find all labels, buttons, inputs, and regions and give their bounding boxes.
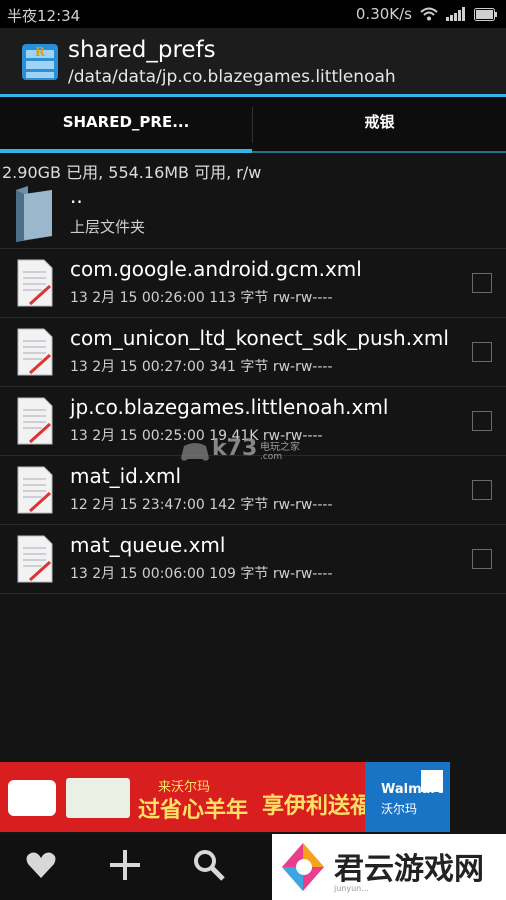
add-icon[interactable] xyxy=(108,848,142,882)
app-header: R shared_prefs /data/data/jp.co.blazegam… xyxy=(0,28,506,94)
file-checkbox[interactable] xyxy=(472,480,492,500)
tab-shared-prefs[interactable]: SHARED_PRE... xyxy=(0,97,252,153)
signal-icon xyxy=(446,7,465,21)
file-name: mat_id.xml xyxy=(70,464,182,488)
header-path: /data/data/jp.co.blazegames.littlenoah xyxy=(68,67,396,87)
ad-line2: 过省心羊年 xyxy=(138,798,249,823)
watermark-sub: 电玩之家 xyxy=(260,442,300,453)
gamepad-icon xyxy=(181,443,209,461)
battery-icon xyxy=(474,7,497,21)
file-checkbox[interactable] xyxy=(472,273,492,293)
net-speed: 0.30K/s xyxy=(355,5,412,23)
tab-bar: SHARED_PRE... 戒银 xyxy=(0,97,506,153)
root-explorer-app-icon[interactable]: R xyxy=(20,42,60,82)
file-row[interactable]: com.google.android.gcm.xml 13 2月 15 00:2… xyxy=(0,249,506,318)
ad-banner[interactable]: 来沃尔玛 过省心羊年 享伊利送福 Walmart 沃尔玛 xyxy=(0,762,450,832)
favorite-icon[interactable] xyxy=(24,848,58,882)
xml-file-icon xyxy=(17,397,53,445)
tab-underline xyxy=(252,151,506,153)
file-checkbox[interactable] xyxy=(472,411,492,431)
file-name: com_unicon_ltd_konect_sdk_push.xml xyxy=(70,326,449,350)
file-name: mat_queue.xml xyxy=(70,533,226,557)
yili-logo xyxy=(8,780,56,816)
xml-file-icon xyxy=(17,535,53,583)
xml-file-icon xyxy=(17,259,53,307)
file-meta: 13 2月 15 00:06:00 109 字节 rw-rw---- xyxy=(70,566,333,582)
walmart-en: Walmart xyxy=(381,782,444,797)
xml-file-icon xyxy=(17,328,53,376)
watermark-domain: .com xyxy=(260,452,283,462)
status-time: 半夜12:34 xyxy=(7,7,81,25)
file-name: com.google.android.gcm.xml xyxy=(70,257,362,281)
file-checkbox[interactable] xyxy=(472,549,492,569)
walmart-panel: Walmart 沃尔玛 xyxy=(365,762,450,832)
tab-active-indicator xyxy=(0,149,252,153)
parent-folder-name: .. xyxy=(70,184,83,208)
folder-icon xyxy=(16,186,52,242)
svg-text:R: R xyxy=(35,45,46,59)
parent-folder-label: 上层文件夹 xyxy=(70,218,146,236)
file-row[interactable]: com_unicon_ltd_konect_sdk_push.xml 13 2月… xyxy=(0,318,506,387)
status-bar: 半夜12:34 0.30K/s xyxy=(0,0,506,28)
junyun-brand-badge: 君云游戏网 junyun... xyxy=(272,834,506,900)
file-checkbox[interactable] xyxy=(472,342,492,362)
header-title: shared_prefs xyxy=(68,37,216,63)
file-meta: 12 2月 15 23:47:00 142 字节 rw-rw---- xyxy=(70,497,333,513)
file-name: jp.co.blazegames.littlenoah.xml xyxy=(70,395,389,419)
wifi-icon xyxy=(420,7,438,21)
parent-folder-row[interactable]: .. 上层文件夹 xyxy=(0,180,506,249)
walmart-cn: 沃尔玛 xyxy=(381,802,418,816)
brand-text: 君云游戏网 xyxy=(334,852,484,887)
k73-watermark: k73 电玩之家 .com xyxy=(180,434,340,468)
file-meta: 13 2月 15 00:26:00 113 字节 rw-rw---- xyxy=(70,290,333,306)
tab-second[interactable]: 戒银 xyxy=(253,97,506,153)
junyun-logo-icon xyxy=(282,843,324,891)
file-row[interactable]: mat_queue.xml 13 2月 15 00:06:00 109 字节 r… xyxy=(0,525,506,594)
search-icon[interactable] xyxy=(192,848,226,882)
watermark-brand: k73 xyxy=(212,436,258,461)
file-meta: 13 2月 15 00:27:00 341 字节 rw-rw---- xyxy=(70,359,333,375)
milk-products-image xyxy=(66,778,130,818)
xml-file-icon xyxy=(17,466,53,514)
brand-sub: junyun... xyxy=(334,884,369,893)
status-right: 0.30K/s xyxy=(356,5,498,23)
ad-line3: 享伊利送福 xyxy=(262,794,373,819)
